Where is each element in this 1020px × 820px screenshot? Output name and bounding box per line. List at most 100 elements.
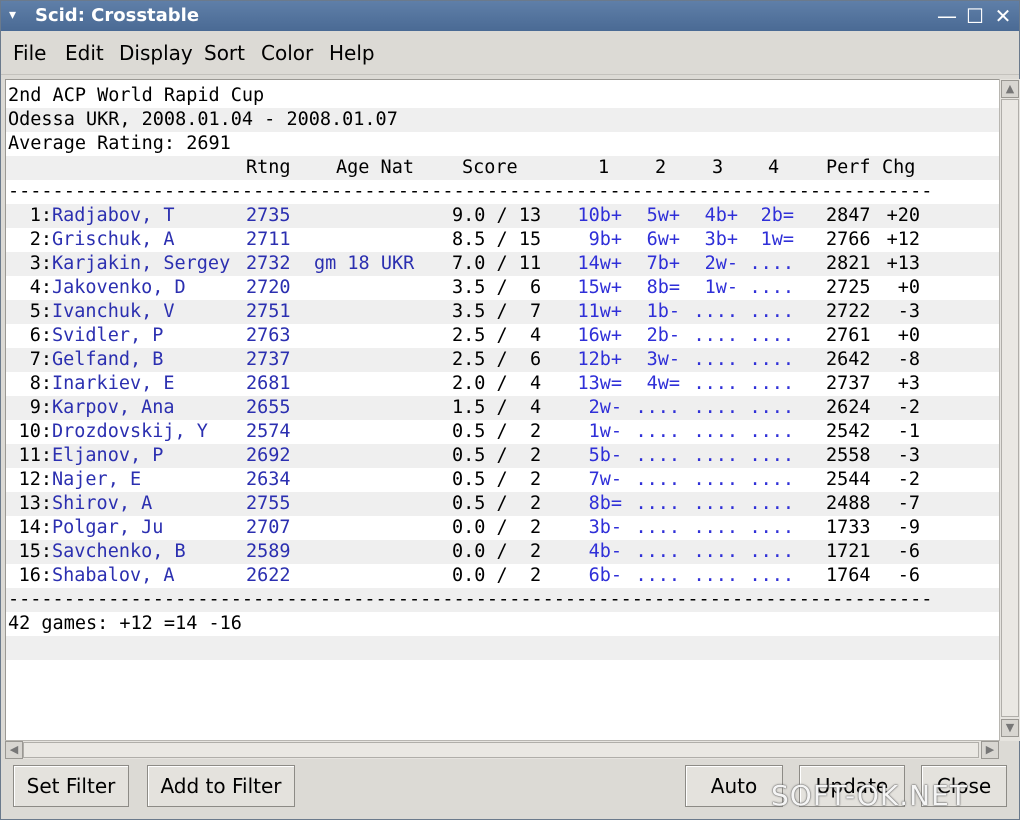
cell-r1[interactable]: 12b+ bbox=[566, 348, 622, 372]
cell-r2[interactable]: .... bbox=[624, 492, 680, 516]
cell-name[interactable]: Karjakin, Sergey bbox=[52, 252, 230, 276]
horizontal-scroll-thumb[interactable] bbox=[23, 742, 979, 758]
cell-r2[interactable]: 8b= bbox=[624, 276, 680, 300]
cell-name[interactable]: Savchenko, B bbox=[52, 540, 186, 564]
cell-r1[interactable]: 16w+ bbox=[566, 324, 622, 348]
menu-file[interactable]: File bbox=[13, 41, 46, 65]
cell-name[interactable]: Drozdovskij, Y bbox=[52, 420, 208, 444]
cell-r4[interactable]: .... bbox=[738, 444, 794, 468]
cell-r2[interactable]: .... bbox=[624, 540, 680, 564]
cell-r1[interactable]: 9b+ bbox=[566, 228, 622, 252]
table-row[interactable]: 4: Jakovenko, D 2720 3.5 / 6 15w+ 8b= 1w-.... 2… bbox=[6, 276, 999, 300]
cell-r3[interactable]: .... bbox=[682, 372, 738, 396]
horizontal-scrollbar[interactable]: ◀ ▶ bbox=[5, 740, 999, 759]
table-row[interactable]: 8: Inarkiev, E 2681 2.0 / 4 13w= 4w=........ 2… bbox=[6, 372, 999, 396]
window-menu-icon[interactable]: ▾ bbox=[9, 7, 16, 23]
cell-r1[interactable]: 3b- bbox=[566, 516, 622, 540]
cell-r4[interactable]: .... bbox=[738, 300, 794, 324]
cell-r3[interactable]: 3b+ bbox=[682, 228, 738, 252]
cell-r2[interactable]: 7b+ bbox=[624, 252, 680, 276]
menu-sort[interactable]: Sort bbox=[204, 41, 245, 65]
table-row[interactable]: 13: Shirov, A 2755 0.5 / 2 8b=............ 24… bbox=[6, 492, 999, 516]
cell-name[interactable]: Ivanchuk, V bbox=[52, 300, 175, 324]
cell-r4[interactable]: .... bbox=[738, 252, 794, 276]
cell-r4[interactable]: .... bbox=[738, 516, 794, 540]
menu-color[interactable]: Color bbox=[261, 41, 313, 65]
cell-name[interactable]: Najer, E bbox=[52, 468, 141, 492]
cell-r1[interactable]: 11w+ bbox=[566, 300, 622, 324]
cell-r4[interactable]: .... bbox=[738, 420, 794, 444]
cell-r4[interactable]: .... bbox=[738, 492, 794, 516]
cell-name[interactable]: Jakovenko, D bbox=[52, 276, 186, 300]
menu-display[interactable]: Display bbox=[119, 41, 193, 65]
table-row[interactable]: 15: Savchenko, B 2589 0.0 / 2 4b-...........… bbox=[6, 540, 999, 564]
cell-name[interactable]: Shirov, A bbox=[52, 492, 152, 516]
cell-name[interactable]: Svidler, P bbox=[52, 324, 163, 348]
close-icon[interactable]: ✕ bbox=[991, 4, 1015, 28]
cell-r3[interactable]: .... bbox=[682, 516, 738, 540]
cell-name[interactable]: Shabalov, A bbox=[52, 564, 175, 588]
cell-r2[interactable]: .... bbox=[624, 396, 680, 420]
cell-r2[interactable]: 5w+ bbox=[624, 204, 680, 228]
table-row[interactable]: 1: Radjabov, T 2735 9.0 / 13 10b+ 5w+ 4b+ 2b= 28… bbox=[6, 204, 999, 228]
cell-r3[interactable]: .... bbox=[682, 492, 738, 516]
scroll-left-icon[interactable]: ◀ bbox=[5, 741, 23, 759]
crosstable-text[interactable]: 2nd ACP World Rapid Cup Odessa UKR, 2008… bbox=[5, 79, 1000, 741]
cell-r4[interactable]: .... bbox=[738, 396, 794, 420]
table-row[interactable]: 6: Svidler, P 2763 2.5 / 4 16w+ 2b-........ 27… bbox=[6, 324, 999, 348]
cell-r3[interactable]: .... bbox=[682, 444, 738, 468]
cell-name[interactable]: Karpov, Ana bbox=[52, 396, 175, 420]
cell-name[interactable]: Radjabov, T bbox=[52, 204, 175, 228]
cell-r3[interactable]: .... bbox=[682, 300, 738, 324]
add-to-filter-button[interactable]: Add to Filter bbox=[147, 765, 295, 807]
table-row[interactable]: 14: Polgar, Ju 2707 0.0 / 2 3b-............ 1… bbox=[6, 516, 999, 540]
cell-r1[interactable]: 10b+ bbox=[566, 204, 622, 228]
menu-help[interactable]: Help bbox=[329, 41, 375, 65]
cell-r2[interactable]: 1b- bbox=[624, 300, 680, 324]
cell-r1[interactable]: 15w+ bbox=[566, 276, 622, 300]
cell-r2[interactable]: .... bbox=[624, 468, 680, 492]
auto-button[interactable]: Auto bbox=[685, 765, 783, 807]
cell-r2[interactable]: 4w= bbox=[624, 372, 680, 396]
cell-r2[interactable]: .... bbox=[624, 516, 680, 540]
cell-r1[interactable]: 5b- bbox=[566, 444, 622, 468]
scroll-down-icon[interactable]: ▼ bbox=[1001, 719, 1019, 737]
table-row[interactable]: 12: Najer, E 2634 0.5 / 2 7w-............ 254… bbox=[6, 468, 999, 492]
cell-name[interactable]: Polgar, Ju bbox=[52, 516, 163, 540]
cell-r2[interactable]: 3w- bbox=[624, 348, 680, 372]
cell-r1[interactable]: 13w= bbox=[566, 372, 622, 396]
vertical-scroll-thumb[interactable] bbox=[1001, 99, 1019, 717]
cell-r2[interactable]: 2b- bbox=[624, 324, 680, 348]
cell-r4[interactable]: .... bbox=[738, 468, 794, 492]
table-row[interactable]: 16: Shabalov, A 2622 0.0 / 2 6b-............… bbox=[6, 564, 999, 588]
cell-r4[interactable]: .... bbox=[738, 276, 794, 300]
cell-r4[interactable]: .... bbox=[738, 540, 794, 564]
cell-r4[interactable]: .... bbox=[738, 348, 794, 372]
maximize-icon[interactable]: ☐ bbox=[963, 4, 987, 28]
cell-r3[interactable]: 2w- bbox=[682, 252, 738, 276]
cell-r3[interactable]: 4b+ bbox=[682, 204, 738, 228]
cell-r3[interactable]: .... bbox=[682, 324, 738, 348]
table-row[interactable]: 3: Karjakin, Sergey 2732 gm 18 UKR 7.0 / 11 1… bbox=[6, 252, 999, 276]
cell-r1[interactable]: 2w- bbox=[566, 396, 622, 420]
minimize-icon[interactable]: — bbox=[935, 4, 959, 28]
vertical-scrollbar[interactable]: ▲ ▼ bbox=[999, 79, 1020, 741]
menu-edit[interactable]: Edit bbox=[65, 41, 104, 65]
cell-r4[interactable]: 1w= bbox=[738, 228, 794, 252]
cell-r3[interactable]: .... bbox=[682, 468, 738, 492]
cell-r3[interactable]: .... bbox=[682, 348, 738, 372]
cell-r2[interactable]: .... bbox=[624, 444, 680, 468]
cell-name[interactable]: Inarkiev, E bbox=[52, 372, 175, 396]
table-row[interactable]: 10: Drozdovskij, Y 2574 0.5 / 2 1w-.........… bbox=[6, 420, 999, 444]
cell-r3[interactable]: .... bbox=[682, 396, 738, 420]
cell-name[interactable]: Eljanov, P bbox=[52, 444, 163, 468]
cell-r1[interactable]: 14w+ bbox=[566, 252, 622, 276]
cell-name[interactable]: Grischuk, A bbox=[52, 228, 175, 252]
scroll-up-icon[interactable]: ▲ bbox=[1001, 80, 1019, 98]
table-row[interactable]: 2: Grischuk, A 2711 8.5 / 15 9b+ 6w+ 3b+ 1w= 276… bbox=[6, 228, 999, 252]
table-row[interactable]: 11: Eljanov, P 2692 0.5 / 2 5b-............ 2… bbox=[6, 444, 999, 468]
cell-r3[interactable]: 1w- bbox=[682, 276, 738, 300]
cell-r1[interactable]: 7w- bbox=[566, 468, 622, 492]
cell-r4[interactable]: .... bbox=[738, 564, 794, 588]
cell-r1[interactable]: 4b- bbox=[566, 540, 622, 564]
